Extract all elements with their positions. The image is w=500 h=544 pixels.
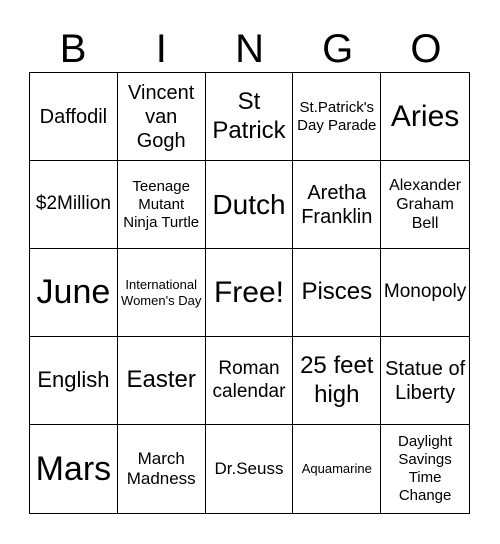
bingo-cell[interactable]: Statue of Liberty (381, 337, 469, 425)
bingo-cell[interactable]: March Madness (118, 425, 206, 513)
bingo-cell[interactable]: Aquamarine (293, 425, 382, 513)
bingo-grid: Daffodil Vincent van Gogh St Patrick St.Pat… (29, 72, 470, 514)
bingo-cell[interactable]: Daffodil (30, 73, 118, 161)
bingo-cell[interactable]: 25 feet high (293, 337, 382, 425)
bingo-cell[interactable]: Easter (117, 337, 206, 425)
bingo-cell[interactable]: Monopoly (381, 249, 469, 337)
bingo-cell[interactable]: Dutch (205, 161, 294, 249)
bingo-cell[interactable]: Free! (205, 249, 294, 337)
bingo-cell[interactable]: Mars (30, 425, 118, 513)
bingo-cell[interactable]: Alexander Graham Bell (381, 161, 469, 249)
bingo-cell[interactable]: $2Million (30, 161, 118, 249)
bingo-cell[interactable]: Teenage Mutant Ninja Turtle (117, 161, 206, 249)
bingo-cell[interactable]: English (30, 337, 118, 425)
header-letter-b: B (59, 27, 87, 71)
header-letter-o: O (410, 27, 442, 71)
bingo-cell[interactable]: Roman calendar (205, 337, 294, 425)
bingo-cell[interactable]: St.Patrick's Day Parade (293, 73, 382, 161)
bingo-cell[interactable]: Vincent van Gogh (117, 73, 206, 161)
bingo-header: B I N G O (29, 24, 470, 74)
bingo-cell[interactable]: Aries (381, 73, 469, 161)
bingo-cell[interactable]: Aretha Franklin (293, 161, 382, 249)
header-letter-n: N (235, 27, 264, 71)
bingo-cell[interactable]: St Patrick (205, 73, 294, 161)
header-letter-i: I (155, 27, 167, 71)
bingo-cell[interactable]: International Women's Day (117, 249, 206, 337)
bingo-cell[interactable]: Dr.Seuss (206, 425, 294, 513)
bingo-cell[interactable]: Pisces (293, 249, 382, 337)
bingo-cell[interactable]: Daylight Savings Time Change (381, 425, 469, 513)
bingo-cell[interactable]: June (30, 249, 118, 337)
header-letter-g: G (322, 27, 354, 71)
